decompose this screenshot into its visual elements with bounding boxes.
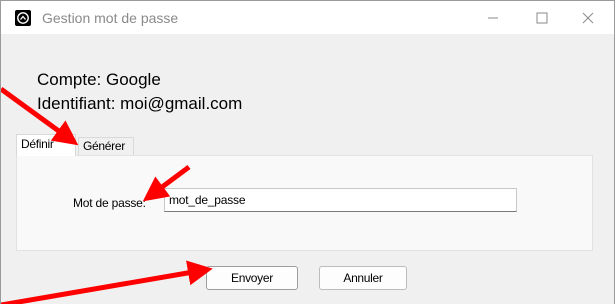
tab-generate[interactable]: Générer xyxy=(78,137,134,156)
app-logo-icon xyxy=(15,10,31,26)
dialog-body: Compte: Google Identifiant: moi@gmail.co… xyxy=(1,34,614,304)
close-icon[interactable] xyxy=(577,9,599,27)
cancel-button[interactable]: Annuler xyxy=(319,266,407,290)
minimize-icon[interactable] xyxy=(482,9,504,27)
tab-define[interactable]: Définir xyxy=(16,134,76,156)
tab-generate-label: Générer xyxy=(83,139,125,153)
password-label: Mot de passe: xyxy=(73,196,146,210)
password-input[interactable] xyxy=(164,188,517,212)
maximize-icon[interactable] xyxy=(531,9,553,27)
window-title: Gestion mot de passe xyxy=(42,10,179,26)
account-service: Compte: Google xyxy=(37,70,161,89)
title-bar[interactable]: Gestion mot de passe xyxy=(1,1,614,33)
tab-define-label: Définir xyxy=(21,137,54,151)
send-button[interactable]: Envoyer xyxy=(206,266,298,290)
account-identifier: Identifiant: moi@gmail.com xyxy=(37,94,243,113)
dialog-window: Gestion mot de passe Compte: Google Iden… xyxy=(0,0,615,304)
